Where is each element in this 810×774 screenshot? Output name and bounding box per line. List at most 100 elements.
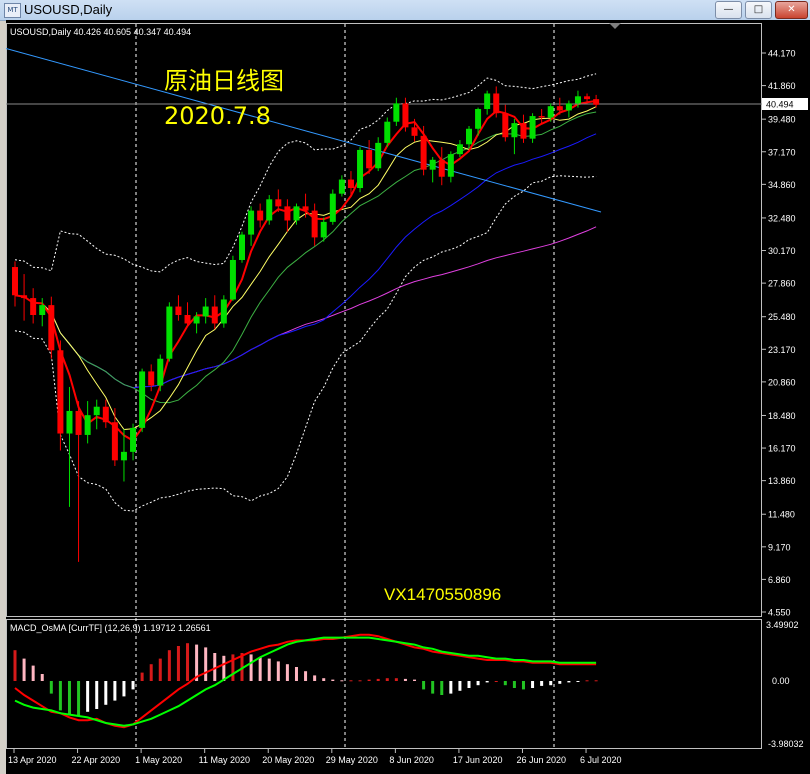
candle-body [511,123,518,138]
chart-watermark: VX1470550896 [384,585,501,604]
candle-body [520,123,527,139]
candle-body [538,116,545,118]
price-tick-label: 37.170 [768,147,796,157]
candle-body [447,154,454,177]
macd-histogram-bar [585,680,589,682]
maximize-button[interactable]: □ [745,1,772,19]
candle-body [21,295,28,299]
macd-histogram-bar [531,681,535,688]
candle-body [111,422,118,461]
price-tick-label: 20.860 [768,377,796,387]
date-tick-label: 20 May 2020 [262,755,314,765]
macd-label: MACD_OsMA [CurrTF] (12,26,9) 1.19712 1.2… [10,623,211,633]
macd-histogram-bar [258,657,262,681]
macd-histogram-bar [485,681,489,683]
candle-body [565,103,572,111]
candle-body [248,210,255,235]
candle-body [12,267,18,296]
minimize-button[interactable]: — [715,1,742,19]
macd-histogram-bar [176,646,180,681]
macd-histogram-bar [476,681,480,686]
macd-histogram-bar [186,643,190,681]
candle-body [347,179,354,189]
macd-histogram-bar [449,681,453,694]
macd-histogram-bar [521,681,525,690]
macd-histogram-bar [131,681,135,690]
candle-body [84,415,91,435]
chart-window-icon: MT [4,3,21,18]
macd-histogram-bar [367,679,371,681]
candle-body [429,159,436,170]
macd-histogram-bar [204,647,208,681]
macd-histogram-bar [31,665,35,681]
macd-histogram-bar [231,654,235,681]
macd-histogram-bar [49,681,53,694]
macd-histogram-bar [467,681,471,688]
candle-body [148,371,155,386]
macd-histogram-bar [113,681,117,701]
candle-body [329,193,336,222]
macd-histogram-bar [77,681,81,716]
macd-axis-zero: 0.00 [772,676,790,686]
candle-body [338,179,345,194]
macd-histogram-bar [358,680,362,682]
macd-histogram-bar [403,678,407,681]
candle-body [475,109,482,129]
candle-body [466,128,472,145]
macd-histogram-bar [458,681,462,691]
candle-body [311,210,318,238]
candle-body [484,93,491,110]
price-chart[interactable]: 44.170 41.860 39.480 37.170 34.860 32.480 30.1… [6,20,810,774]
candle-body [375,142,382,169]
price-tick-label: 13.860 [768,476,796,486]
date-tick-label: 22 Apr 2020 [72,755,121,765]
chart-annotation-date: 2020.7.8 [164,102,271,130]
candle-body [529,116,536,139]
price-tick-label: 32.480 [768,213,796,223]
candle-body [93,406,100,416]
macd-histogram-bar [394,678,398,681]
candle-body [357,149,364,189]
date-tick-label: 13 Apr 2020 [8,755,57,765]
macd-histogram-bar [40,674,44,681]
price-tick-label: 34.860 [768,180,796,190]
price-tick-label: 4.550 [768,608,791,618]
candle-body [593,99,600,105]
price-tick-label: 11.480 [768,510,795,520]
date-tick-label: 29 May 2020 [326,755,378,765]
candle-body [30,298,37,316]
macd-histogram-bar [285,664,289,681]
candle-body [66,410,73,434]
date-tick-label: 17 Jun 2020 [453,755,503,765]
macd-axis-top: 3.49902 [766,620,799,630]
price-tick-label: 9.170 [768,542,791,552]
candle-body [438,159,445,177]
candle-body [302,206,309,211]
candle-body [402,103,409,128]
price-tick-label: 23.170 [768,345,796,355]
candle-body [584,96,591,100]
macd-histogram-bar [385,678,389,681]
macd-histogram-bar [313,675,317,681]
candle-body [320,221,327,238]
macd-histogram-bar [376,678,380,681]
candle-body [139,371,146,428]
macd-histogram-bar [576,681,580,682]
macd-histogram-bar [167,650,171,681]
candle-body [202,306,209,317]
macd-histogram-bar [13,650,17,681]
macd-histogram-bar [440,681,444,695]
macd-histogram-bar [158,658,162,681]
candle-body [166,306,173,359]
price-tick-label: 27.860 [768,279,796,289]
close-button[interactable]: ✕ [775,1,808,19]
window-titlebar[interactable]: MT USOUSD,Daily — □ ✕ [0,0,810,21]
candle-body [574,96,581,104]
macd-histogram-bar [549,681,553,686]
macd-histogram-bar [304,671,308,681]
candle-body [130,427,137,452]
macd-histogram-bar [267,658,271,681]
macd-histogram-bar [503,681,507,686]
date-tick-label: 26 Jun 2020 [516,755,566,765]
macd-histogram-bar [413,679,417,681]
